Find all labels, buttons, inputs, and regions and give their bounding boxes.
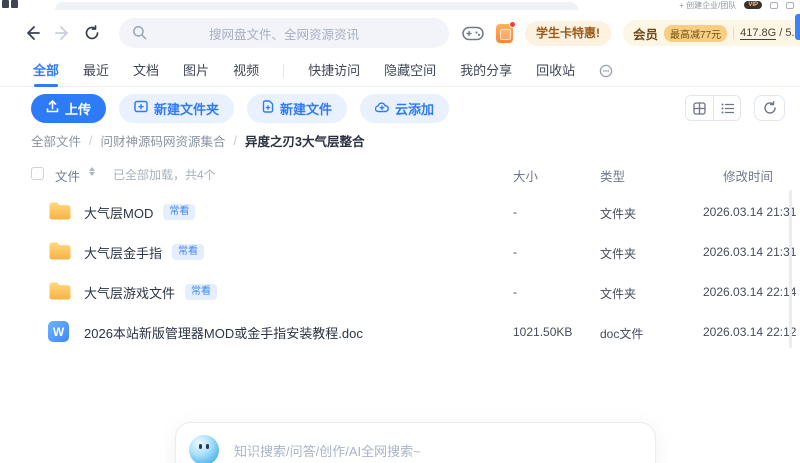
- breadcrumb-root[interactable]: 全部文件: [31, 131, 81, 150]
- refresh-button[interactable]: [84, 25, 100, 41]
- folder-icon: [48, 241, 72, 266]
- cloud-add-button[interactable]: 云添加: [360, 93, 450, 123]
- view-tools: [685, 95, 785, 121]
- back-button[interactable]: [24, 25, 41, 41]
- vip-badge[interactable]: VIP: [744, 1, 762, 9]
- tab-all[interactable]: 全部: [33, 56, 59, 87]
- file-modified: 2026.03.14 22:14: [703, 285, 797, 299]
- tab-recycle-bin[interactable]: 回收站: [536, 56, 575, 87]
- tab-videos[interactable]: 视频: [233, 56, 259, 87]
- tab-my-shares[interactable]: 我的分享: [460, 56, 512, 87]
- doc-file-icon: W: [48, 321, 69, 342]
- frequent-badge: 常看: [172, 244, 205, 260]
- grid-view-button[interactable]: [686, 96, 713, 120]
- new-file-button[interactable]: 新建文件: [247, 93, 348, 123]
- frequent-badge: 常看: [185, 284, 218, 300]
- file-modified: 2026.03.14 21:31: [703, 245, 797, 259]
- file-size: -: [513, 285, 517, 299]
- table-row[interactable]: 大气层金手指 常看 - 文件夹 2026.03.14 21:31: [0, 232, 800, 272]
- breadcrumb-current: 异度之刃3大气层整合: [245, 135, 365, 149]
- category-tabs: 全部 最近 文档 图片 视频 快捷访问 隐藏空间 我的分享 回收站: [0, 56, 800, 87]
- breadcrumb-parent[interactable]: 问财神源码网资源集合: [101, 131, 226, 150]
- file-size: -: [513, 245, 517, 259]
- forward-button[interactable]: [54, 25, 71, 41]
- member-label: 会员: [633, 27, 659, 42]
- view-toggle: [685, 95, 741, 121]
- file-type: 文件夹: [600, 207, 637, 221]
- folder-icon: [48, 201, 72, 226]
- tab-hidden-space[interactable]: 隐藏空间: [384, 56, 436, 87]
- create-team-link[interactable]: + 创建企业/团队: [679, 0, 736, 10]
- upload-button[interactable]: 上传: [31, 93, 107, 123]
- column-file[interactable]: 文件: [55, 166, 80, 185]
- file-type: 文件夹: [600, 247, 637, 261]
- file-modified: 2026.03.14 21:31: [703, 205, 797, 219]
- file-type: 文件夹: [600, 287, 637, 301]
- promo-bag-icon[interactable]: [496, 20, 516, 43]
- column-modified[interactable]: 修改时间: [723, 166, 773, 185]
- column-type[interactable]: 类型: [600, 166, 625, 185]
- file-name[interactable]: 大气层金手指 常看: [84, 232, 205, 272]
- ai-search-bar[interactable]: 知识搜索/问答/创作/AI全网搜索~: [175, 422, 656, 463]
- file-name[interactable]: 大气层MOD 常看: [84, 192, 196, 232]
- window-logo-icon: [2, 0, 18, 8]
- breadcrumb: 全部文件 / 问财神源码网资源集合 / 异度之刃3大气层整合: [31, 131, 364, 150]
- ai-search-placeholder: 知识搜索/问答/创作/AI全网搜索~: [234, 443, 421, 459]
- list-view-button[interactable]: [713, 96, 740, 120]
- window-strip: + 创建企业/团队 VIP: [0, 0, 800, 10]
- tabs-divider: [283, 64, 285, 78]
- member-discount-badge: 最高减77元: [664, 24, 728, 42]
- frequent-badge: 常看: [163, 204, 196, 220]
- file-size: -: [513, 205, 517, 219]
- folder-icon: [48, 281, 72, 306]
- member-storage-button[interactable]: 会员 最高减77元 417.8G / 5.0T ¥0.04/G起 ›: [623, 20, 800, 46]
- cloud-plus-icon: [374, 101, 389, 116]
- column-size[interactable]: 大小: [513, 166, 538, 185]
- toolbar-right: 学生卡特惠! 会员 最高减77元 417.8G / 5.0T ¥0.04/G起 …: [462, 20, 800, 46]
- notification-dot: [509, 20, 516, 28]
- browser-tab[interactable]: [55, 2, 578, 10]
- tab-docs[interactable]: 文档: [133, 56, 159, 87]
- action-bar: 上传 新建文件夹 新建文件 云添加: [0, 93, 800, 123]
- folder-plus-icon: [134, 100, 148, 116]
- search-placeholder: 搜网盘文件、全网资源资讯: [208, 27, 359, 42]
- file-modified: 2026.03.14 22:12: [703, 325, 797, 339]
- file-plus-icon: [262, 100, 274, 116]
- table-row[interactable]: W 2026本站新版管理器MOD或金手指安装教程.doc 1021.50KB d…: [0, 312, 800, 352]
- refresh-list-button[interactable]: [754, 95, 785, 121]
- file-list: 大气层MOD 常看 - 文件夹 2026.03.14 21:31 大气层金手指 常看…: [0, 192, 800, 352]
- netdisk-app: + 创建企业/团队 VIP 搜网盘文件、全网资源资讯 学生卡特惠! 会员 最高减…: [0, 0, 800, 463]
- file-size: 1021.50KB: [513, 325, 573, 339]
- load-status: 已全部加载，共4个: [113, 168, 216, 182]
- table-row[interactable]: 大气层游戏文件 常看 - 文件夹 2026.03.14 22:14: [0, 272, 800, 312]
- game-controller-icon[interactable]: [462, 25, 484, 42]
- tab-recent[interactable]: 最近: [83, 56, 109, 87]
- select-all-checkbox[interactable]: [31, 167, 44, 180]
- upload-icon: [46, 100, 59, 116]
- student-promo-button[interactable]: 学生卡特惠!: [525, 20, 611, 46]
- window-strip-right: + 创建企业/团队 VIP: [679, 0, 794, 10]
- table-row[interactable]: 大气层MOD 常看 - 文件夹 2026.03.14 21:31: [0, 192, 800, 232]
- file-type: doc文件: [600, 327, 644, 341]
- tabs-more-icon[interactable]: [599, 64, 613, 78]
- search-input[interactable]: 搜网盘文件、全网资源资讯: [119, 18, 449, 48]
- member-divider: [733, 27, 735, 39]
- file-table-header: 文件 已全部加载，共4个 大小 类型 修改时间: [0, 162, 800, 188]
- window-layout-icon[interactable]: [770, 1, 778, 9]
- storage-usage: 417.8G / 5.0T: [740, 27, 800, 40]
- tab-images[interactable]: 图片: [183, 56, 209, 87]
- tab-quick-access[interactable]: 快捷访问: [308, 56, 360, 87]
- side-widget-handle[interactable]: [795, 14, 800, 40]
- ai-mascot-icon: [189, 435, 219, 463]
- file-name[interactable]: 大气层游戏文件 常看: [84, 272, 218, 312]
- toolbar: 搜网盘文件、全网资源资讯 学生卡特惠! 会员 最高减77元 417.8G / 5…: [0, 10, 800, 56]
- scrollbar[interactable]: [789, 190, 792, 348]
- new-folder-button[interactable]: 新建文件夹: [119, 93, 235, 123]
- sort-icon[interactable]: [89, 167, 95, 176]
- file-name[interactable]: 2026本站新版管理器MOD或金手指安装教程.doc: [84, 312, 363, 352]
- window-more-icon[interactable]: [786, 1, 794, 9]
